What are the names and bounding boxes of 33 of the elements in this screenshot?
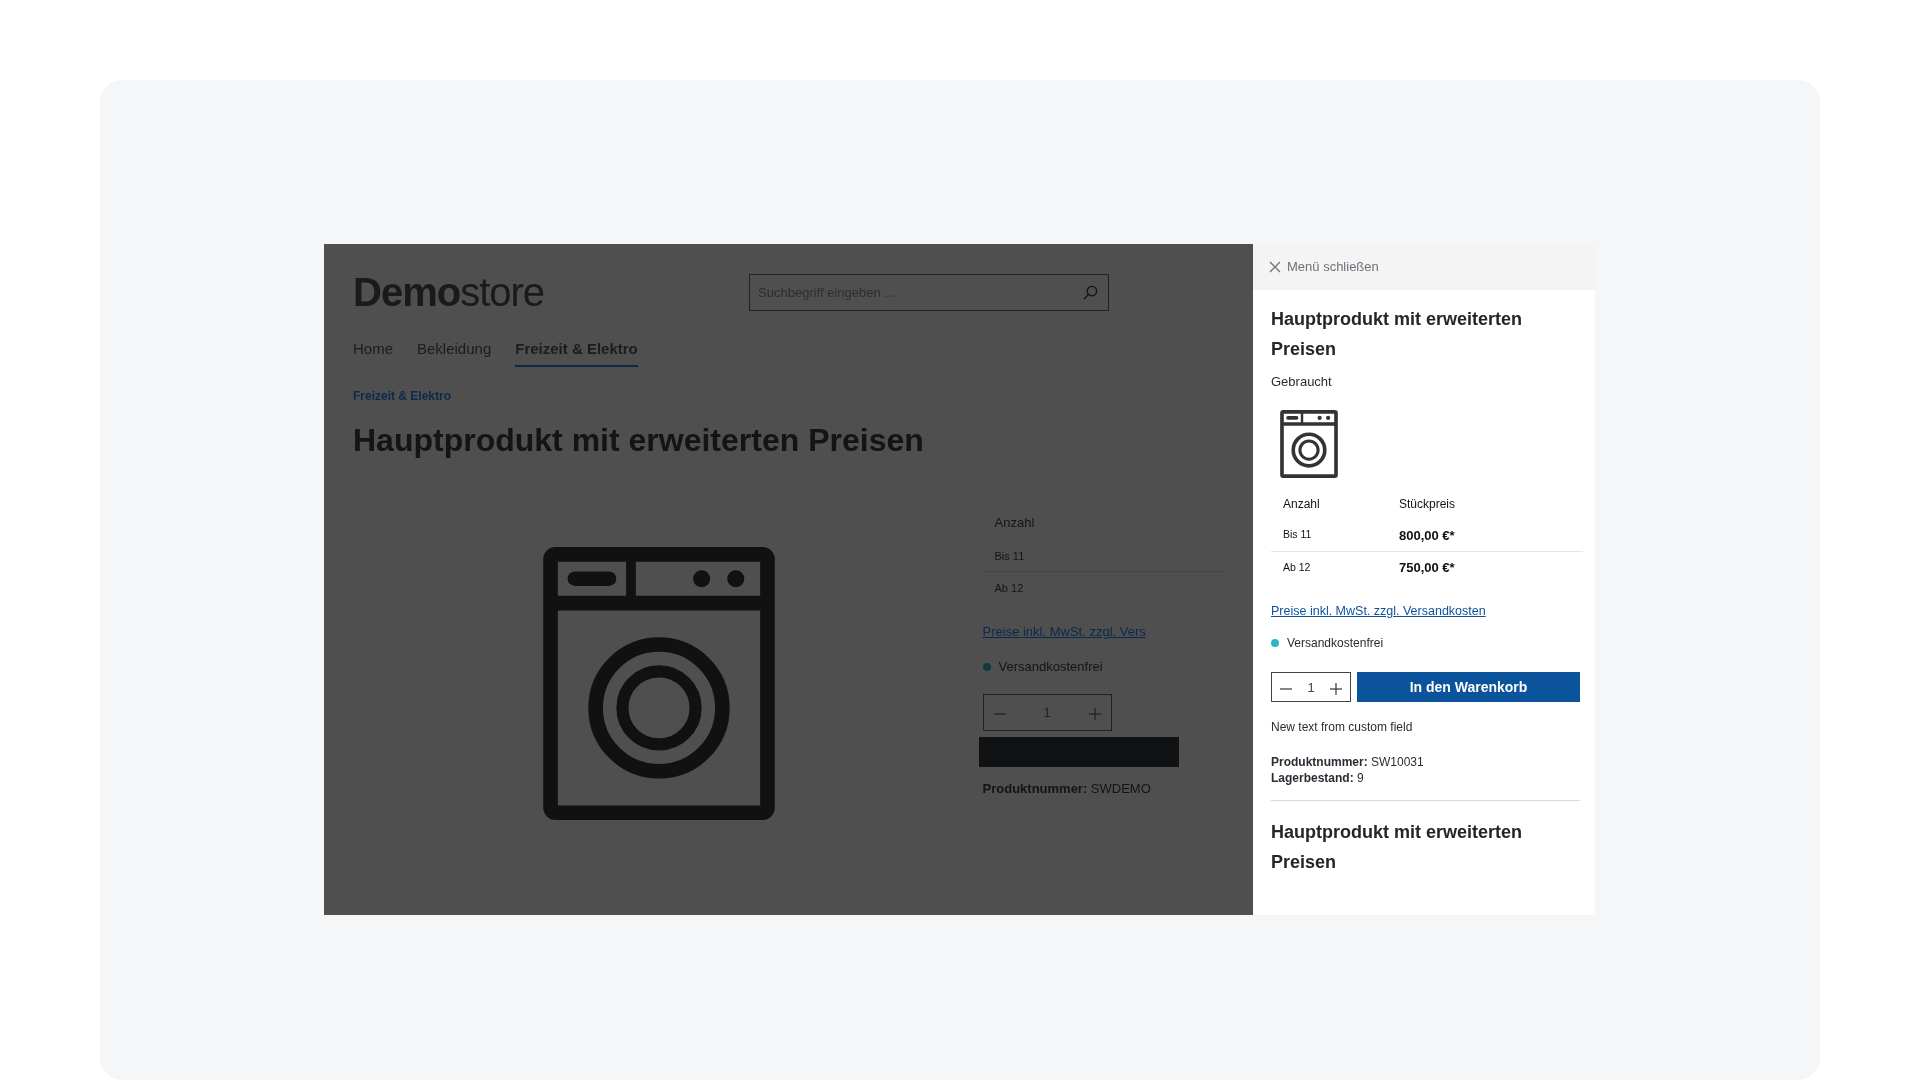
product-title: Hauptprodukt mit erweiterten Preisen bbox=[353, 420, 925, 459]
search-icon[interactable] bbox=[1083, 284, 1099, 300]
table-cell: 800,00 €* bbox=[1387, 519, 1583, 552]
table-header: Stückpreis bbox=[1398, 495, 1457, 513]
table-cell: Ab 12 bbox=[1271, 551, 1387, 584]
table-cell: 750,00 €* bbox=[1387, 551, 1583, 584]
close-button[interactable]: Menü schließen bbox=[1269, 257, 1379, 277]
breadcrumb-link[interactable]: Freizeit & Elektro bbox=[353, 386, 1224, 405]
product-image bbox=[1280, 409, 1338, 478]
quantity-field[interactable]: 1 bbox=[1300, 676, 1322, 698]
add-to-cart-button[interactable]: In den Warenkorb bbox=[1357, 672, 1580, 703]
table-header: Anzahl bbox=[993, 513, 1036, 532]
delivery-text: Versandkostenfrei bbox=[1287, 635, 1384, 653]
status-dot bbox=[982, 663, 991, 672]
close-icon[interactable] bbox=[1269, 261, 1281, 273]
table-cell: Bis 11 bbox=[1271, 519, 1387, 552]
tax-link[interactable]: Preise inkl. MwSt. zzgl. Vers bbox=[982, 622, 1146, 642]
table-header: Anzahl bbox=[1282, 495, 1321, 513]
delivery-text: Versandkostenfrei bbox=[998, 658, 1103, 677]
quantity-stepper[interactable]: 1 bbox=[1271, 672, 1351, 703]
table-cell-text: Bis 11 bbox=[993, 548, 1026, 564]
plus-icon[interactable] bbox=[1330, 682, 1342, 695]
tax-link[interactable]: Preise inkl. MwSt. zzgl. Versandkosten bbox=[1271, 601, 1486, 621]
custom-field-text: New text from custom field bbox=[1271, 719, 1414, 737]
status-dot bbox=[1271, 639, 1279, 648]
detail-text: Lagerbestand: 9 bbox=[1271, 770, 1365, 787]
cart-button[interactable] bbox=[978, 736, 1179, 767]
table-cell-text: Ab 12 bbox=[993, 581, 1025, 597]
product-title: Hauptprodukt mit erweiterten Preisen bbox=[1271, 308, 1524, 361]
condition-text: Gebraucht bbox=[1271, 373, 1333, 391]
product-number: Produktnummer: SWDEMO bbox=[982, 779, 1152, 798]
product-title: Hauptprodukt mit erweiterten Preisen bbox=[1271, 821, 1524, 875]
detail-text: Produktnummer: SW10031 bbox=[1271, 754, 1425, 771]
